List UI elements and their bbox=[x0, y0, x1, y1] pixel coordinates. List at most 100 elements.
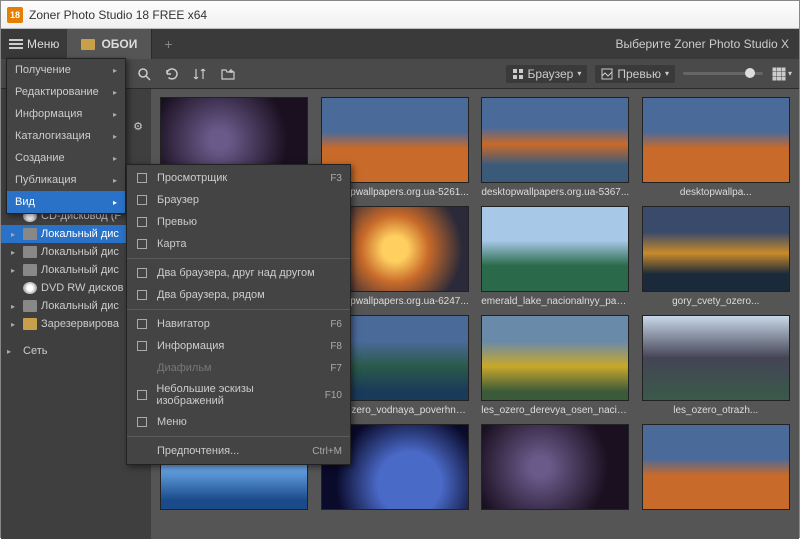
menu-item[interactable]: Публикация▸ bbox=[7, 169, 125, 191]
thumbnail[interactable]: emerald_lake_nacionalnyy_park... bbox=[480, 206, 631, 307]
thumbnail-image bbox=[642, 97, 790, 183]
sort-icon[interactable] bbox=[189, 63, 211, 85]
folder-icon bbox=[23, 318, 37, 330]
promo-link[interactable]: Выберите Zoner Photo Studio X bbox=[615, 37, 799, 51]
thumbnail-label: desktopwallpa... bbox=[680, 187, 752, 198]
submenu-item-label: Информация bbox=[157, 340, 224, 352]
thumbnail-size-slider[interactable] bbox=[683, 72, 763, 75]
menu-button[interactable]: Меню bbox=[1, 29, 67, 59]
preview-icon bbox=[601, 68, 613, 80]
menu-label: Меню bbox=[27, 37, 59, 51]
submenu-item[interactable]: Предпочтения... Ctrl+M bbox=[127, 440, 350, 462]
thumbnail-image bbox=[481, 424, 629, 510]
menu-item[interactable]: Информация▸ bbox=[7, 103, 125, 125]
menu-item-label: Информация bbox=[15, 108, 82, 120]
menu-item-label: Создание bbox=[15, 152, 65, 164]
thumbnail-label: emerald_lake_nacionalnyy_park... bbox=[481, 296, 629, 307]
tree-item-label: Локальный дис bbox=[41, 228, 119, 240]
browser-view-label: Браузер bbox=[528, 67, 574, 81]
tab-label: ОБОИ bbox=[101, 37, 137, 51]
submenu-item-icon bbox=[135, 266, 149, 280]
thumbnail[interactable] bbox=[641, 424, 792, 514]
submenu-item-label: Карта bbox=[157, 238, 186, 250]
submenu-item-label: Навигатор bbox=[157, 318, 210, 330]
hamburger-icon bbox=[9, 39, 23, 49]
submenu-item-icon bbox=[135, 415, 149, 429]
tree-item-label: Локальный дис bbox=[41, 264, 119, 276]
browser-view-button[interactable]: Браузер ▾ bbox=[506, 65, 588, 83]
menu-item[interactable]: Получение▸ bbox=[7, 59, 125, 81]
tree-item-label: Локальный дис bbox=[41, 300, 119, 312]
thumbnail-image bbox=[481, 315, 629, 401]
preview-view-label: Превью bbox=[617, 67, 661, 81]
submenu-item-icon bbox=[135, 444, 149, 458]
tree-item-label: Зарезервирова bbox=[41, 318, 119, 330]
shortcut-label: F6 bbox=[330, 319, 342, 330]
submenu-item[interactable]: Два браузера, друг над другом bbox=[127, 262, 350, 284]
thumbnail-image bbox=[481, 97, 629, 183]
menu-item-label: Вид bbox=[15, 196, 35, 208]
preview-view-button[interactable]: Превью ▾ bbox=[595, 65, 675, 83]
submenu-arrow-icon: ▸ bbox=[113, 154, 117, 163]
thumbnail[interactable]: les_ozero_otrazh... bbox=[641, 315, 792, 416]
grid-menu-button[interactable]: ▾ bbox=[771, 63, 793, 85]
thumbnail[interactable]: desktopwallpa... bbox=[641, 97, 792, 198]
thumbnail[interactable]: gory_cvety_ozero... bbox=[641, 206, 792, 307]
thumbnail[interactable]: les_ozero_derevya_osen_nacion... bbox=[480, 315, 631, 416]
thumbnail-image bbox=[642, 424, 790, 510]
submenu-item[interactable]: Браузер bbox=[127, 189, 350, 211]
submenu-item[interactable]: Карта bbox=[127, 233, 350, 255]
thumbnail[interactable] bbox=[480, 424, 631, 514]
submenu-item[interactable]: Информация F8 bbox=[127, 335, 350, 357]
titlebar: 18 Zoner Photo Studio 18 FREE x64 bbox=[1, 1, 799, 29]
submenu-item[interactable]: Небольшие эскизы изображений F10 bbox=[127, 379, 350, 411]
submenu-item-label: Небольшие эскизы изображений bbox=[156, 383, 316, 407]
menu-item[interactable]: Вид▸ bbox=[7, 191, 125, 213]
sidebar-gear-icon[interactable]: ⚙ bbox=[129, 117, 147, 135]
new-tab-button[interactable]: + bbox=[152, 36, 184, 52]
chevron-down-icon: ▾ bbox=[665, 69, 669, 78]
submenu-item-label: Предпочтения... bbox=[157, 445, 239, 457]
refresh-icon[interactable] bbox=[161, 63, 183, 85]
submenu-item-label: Браузер bbox=[157, 194, 199, 206]
submenu-item-icon bbox=[135, 237, 149, 251]
submenu-item-icon bbox=[135, 171, 149, 185]
drive-icon bbox=[23, 246, 37, 258]
submenu-arrow-icon: ▸ bbox=[113, 66, 117, 75]
menu-item-label: Каталогизация bbox=[15, 130, 91, 142]
submenu-item-label: Два браузера, друг над другом bbox=[157, 267, 315, 279]
drive-icon bbox=[23, 228, 37, 240]
submenu-arrow-icon: ▸ bbox=[113, 176, 117, 185]
submenu-item-label: Меню bbox=[157, 416, 187, 428]
submenu-item-icon bbox=[135, 215, 149, 229]
tree-item-label: Локальный дис bbox=[41, 246, 119, 258]
network-label: Сеть bbox=[23, 345, 47, 357]
search-icon[interactable] bbox=[133, 63, 155, 85]
thumbnail-label: les_ozero_otrazh... bbox=[673, 405, 758, 416]
thumbnail[interactable]: desktopwallpapers.org.ua-5367... bbox=[480, 97, 631, 198]
submenu-item[interactable]: Превью bbox=[127, 211, 350, 233]
shortcut-label: F10 bbox=[325, 390, 342, 401]
shortcut-label: Ctrl+M bbox=[312, 446, 342, 457]
menu-item[interactable]: Создание ▸ bbox=[7, 147, 125, 169]
shortcut-label: F3 bbox=[330, 173, 342, 184]
app-badge: 18 bbox=[7, 7, 23, 23]
submenu-item[interactable]: Навигатор F6 bbox=[127, 313, 350, 335]
tab-oboi[interactable]: ОБОИ bbox=[67, 29, 152, 59]
view-submenu: ПросмотрщикF3 Браузер Превью Карта Два брауз… bbox=[126, 164, 351, 465]
shortcut-label: F7 bbox=[330, 363, 342, 374]
submenu-item[interactable]: Два браузера, рядом bbox=[127, 284, 350, 306]
thumbnail-label: desktopwallpapers.org.ua-5367... bbox=[481, 187, 629, 198]
shortcut-label: F8 bbox=[330, 341, 342, 352]
submenu-item[interactable]: ПросмотрщикF3 bbox=[127, 167, 350, 189]
thumbnail-image bbox=[481, 206, 629, 292]
submenu-item-icon bbox=[135, 288, 149, 302]
menu-item[interactable]: Редактирование▸ bbox=[7, 81, 125, 103]
chevron-down-icon: ▾ bbox=[577, 69, 581, 78]
submenu-item[interactable]: Меню bbox=[127, 411, 350, 433]
submenu-item-label: Диафильм bbox=[157, 362, 212, 374]
tab-bar: Меню ОБОИ + Выберите Zoner Photo Studio … bbox=[1, 29, 799, 59]
menu-item[interactable]: Каталогизация▸ bbox=[7, 125, 125, 147]
new-folder-icon[interactable] bbox=[217, 63, 239, 85]
submenu-item: Диафильм F7 bbox=[127, 357, 350, 379]
